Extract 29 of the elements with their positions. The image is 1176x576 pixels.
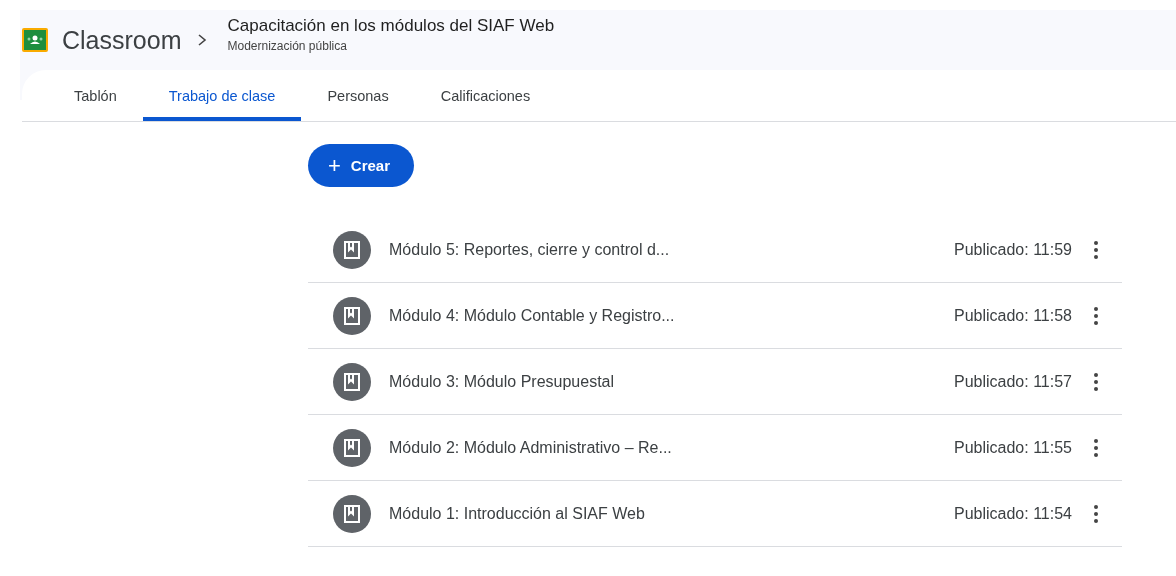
topic-title[interactable]: Módulo 3: Módulo Presupuestal [389,372,954,391]
posted-time: Publicado: 11:54 [954,504,1072,523]
material-icon [333,428,371,467]
tab[interactable]: Personas [301,70,415,121]
app-name[interactable]: Classroom [62,25,182,55]
more-options-icon[interactable] [1094,504,1098,523]
more-options-icon[interactable] [1094,438,1098,457]
posted-time: Publicado: 11:55 [954,438,1072,457]
tab[interactable]: Trabajo de clase [142,70,302,121]
topic-title[interactable]: Módulo 4: Módulo Contable y Registro... [389,306,954,325]
tab[interactable]: Tablón [48,70,143,121]
posted-time: Publicado: 11:59 [954,240,1072,259]
more-options-icon[interactable] [1094,372,1098,391]
material-icon [333,296,371,335]
topic-title[interactable]: Módulo 2: Módulo Administrativo – Re... [389,438,954,457]
more-options-icon[interactable] [1094,306,1098,325]
create-button[interactable]: + Crear [308,144,415,187]
topic-title[interactable]: Módulo 5: Reportes, cierre y control d... [389,240,954,259]
course-subtitle: Modernización pública [227,38,348,53]
posted-time: Publicado: 11:57 [954,372,1072,391]
posted-time: Publicado: 11:58 [954,306,1072,325]
topic-title[interactable]: Módulo 1: Introducción al SIAF Web [389,504,954,523]
more-options-icon[interactable] [1094,240,1098,259]
chevron-right-icon [197,33,208,47]
material-icon [333,230,371,269]
course-title[interactable]: Capacitación en los módulos del SIAF Web [227,15,555,36]
material-icon [333,362,371,401]
tab[interactable]: Calificaciones [414,70,557,121]
material-icon [333,494,371,533]
